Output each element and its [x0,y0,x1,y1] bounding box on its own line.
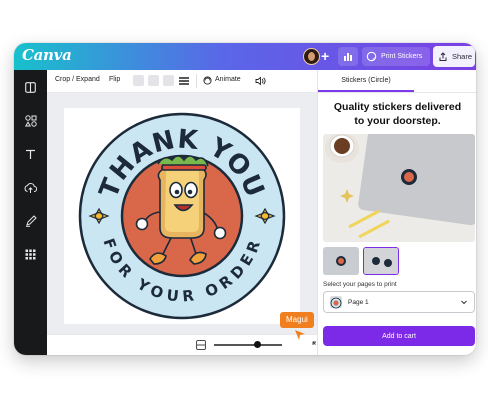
layout-icon[interactable] [23,80,38,95]
editor-toolbar: Crop / Expand Flip Animate [47,70,317,93]
canvas-area: THANK YOU FOR YOUR ORDER [47,93,317,355]
bar-chart-icon [344,53,352,61]
page-thumbnail [330,296,342,309]
share-label: Share [452,52,473,61]
print-stickers-label: Print Stickers [381,53,423,60]
panel-heading: Quality stickers delivered to your doors… [318,100,476,128]
share-button[interactable]: Share [433,46,475,67]
panel-heading-line2: to your doorstep. [354,115,441,127]
elements-icon[interactable] [23,113,38,128]
preview-thumbnail-1[interactable] [323,247,359,275]
invite-plus-icon[interactable]: + [321,48,329,64]
print-panel: Stickers (Circle) Quality stickers deliv… [317,70,476,355]
canva-logo[interactable]: Canva [22,46,72,64]
animate-button[interactable]: Animate [215,76,241,83]
panel-heading-line1: Quality stickers delivered [333,101,462,113]
collaborator-cursor-icon [295,330,305,340]
preview-thumbnail-2[interactable] [363,247,399,275]
color-swatch-3[interactable] [163,75,174,86]
audio-icon[interactable] [255,76,266,86]
design-page[interactable]: THANK YOU FOR YOUR ORDER [64,108,300,324]
share-icon [439,51,447,61]
print-stickers-button[interactable]: Print Stickers [362,47,430,66]
product-preview-image [323,134,475,242]
color-swatch-1[interactable] [133,75,144,86]
zoom-slider-handle[interactable] [254,341,261,348]
canvas-bottom-bar [47,334,321,355]
notes-icon[interactable] [196,340,206,350]
draw-icon[interactable] [23,213,38,228]
sticker-icon [366,51,377,62]
collaborator-tag: Magui [280,312,314,328]
tab-divider [318,92,476,93]
animate-icon [203,76,212,85]
color-swatch-2[interactable] [148,75,159,86]
text-icon[interactable] [23,147,38,162]
line-style-icon[interactable] [179,76,189,86]
apps-icon[interactable] [23,247,38,262]
thank-you-sticker[interactable]: THANK YOU FOR YOUR ORDER [64,108,300,324]
tab-stickers-circle[interactable]: Stickers (Circle) [318,70,414,92]
add-to-cart-button[interactable]: Add to cart [323,326,475,346]
zoom-slider-track[interactable] [214,344,282,346]
left-sidebar [14,70,47,355]
user-avatar[interactable] [303,48,320,65]
chevron-down-icon [461,300,467,305]
analytics-button[interactable] [338,47,358,66]
page-select-dropdown[interactable]: Page 1 [323,291,475,313]
upload-icon[interactable] [23,180,38,195]
select-pages-label: Select your pages to print [323,281,397,288]
editor-window: Canva + Print Stickers Share Crop / Expa… [14,43,476,355]
top-bar: Canva + Print Stickers Share [14,43,476,70]
flip-button[interactable]: Flip [109,76,120,83]
crop-expand-button[interactable]: Crop / Expand [55,76,100,83]
toolbar-divider [196,74,197,88]
selected-page-value: Page 1 [348,299,369,306]
